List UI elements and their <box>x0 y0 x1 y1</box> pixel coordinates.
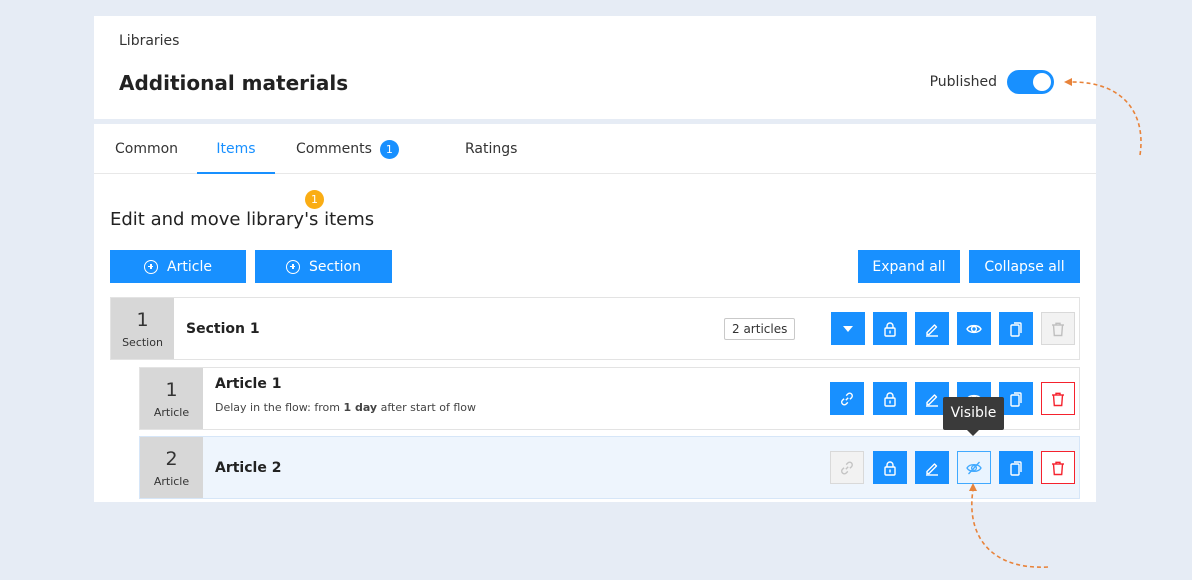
item-kind: Article <box>153 406 190 419</box>
copy-icon <box>1010 321 1022 337</box>
edit-icon <box>925 462 939 476</box>
delay-suffix: after start of flow <box>377 401 476 414</box>
section-row: 1 Section Section 1 2 articles <box>110 297 1080 360</box>
tab-label: Comments <box>296 141 372 157</box>
edit-button[interactable] <box>915 451 949 484</box>
article-title[interactable]: Article 1 <box>215 376 281 392</box>
delete-button[interactable] <box>1041 451 1075 484</box>
tab-label: Ratings <box>465 141 518 157</box>
tab-label: Common <box>115 141 179 157</box>
caret-down-icon <box>843 325 853 332</box>
lock-icon <box>884 460 896 476</box>
link-button-disabled[interactable] <box>830 451 864 484</box>
tab-items[interactable]: Items <box>197 124 275 174</box>
article-row: 1 Article Article 1 Delay in the flow: f… <box>139 367 1080 430</box>
library-header: Libraries Additional materials Published <box>94 16 1096 119</box>
lock-icon <box>884 391 896 407</box>
collapse-section-button[interactable] <box>831 312 865 345</box>
delete-button[interactable] <box>1041 382 1075 415</box>
edit-button[interactable] <box>915 312 949 345</box>
delete-button-disabled[interactable] <box>1041 312 1075 345</box>
access-button[interactable] <box>873 382 907 415</box>
edit-icon <box>925 323 939 337</box>
visibility-button-hidden[interactable] <box>957 451 991 484</box>
button-label: Article <box>167 258 212 275</box>
flow-delay-text: Delay in the flow: from 1 day after star… <box>215 401 476 414</box>
page-title: Additional materials <box>119 71 349 95</box>
articles-count-tag: 2 articles <box>724 318 796 340</box>
article-title[interactable]: Article 2 <box>215 460 281 476</box>
tab-common[interactable]: Common <box>115 124 179 174</box>
delay-prefix: Delay in the flow: from <box>215 401 344 414</box>
section-title[interactable]: Section 1 <box>186 321 260 337</box>
collapse-all-button[interactable]: Collapse all <box>969 250 1080 283</box>
eye-icon <box>966 324 982 333</box>
item-number: 1 <box>136 309 149 331</box>
tab-bar: Common Items Comments 1 1 Ratings <box>94 124 1096 209</box>
published-label: Published <box>929 74 997 90</box>
copy-button[interactable] <box>999 451 1033 484</box>
item-number: 2 <box>165 448 178 470</box>
item-number-box[interactable]: 2 Article <box>140 437 203 498</box>
tab-comments[interactable]: Comments 1 1 <box>296 124 424 209</box>
copy-button[interactable] <box>999 312 1033 345</box>
link-icon <box>841 461 853 474</box>
link-button[interactable] <box>830 382 864 415</box>
published-toggle[interactable] <box>1007 70 1054 94</box>
item-number-box[interactable]: 1 Section <box>111 298 174 359</box>
item-kind: Article <box>153 475 190 488</box>
comments-pending-badge: 1 <box>305 189 324 209</box>
copy-icon <box>1010 391 1022 407</box>
link-icon <box>841 392 853 405</box>
library-items-card: Common Items Comments 1 1 Ratings Edit and… <box>94 124 1096 502</box>
item-kind: Section <box>122 336 163 349</box>
add-article-button[interactable]: Article <box>110 250 246 283</box>
trash-icon <box>1051 392 1065 406</box>
article-row: 2 Article Article 2 <box>139 436 1080 499</box>
edit-icon <box>925 393 939 407</box>
lock-icon <box>884 321 896 337</box>
toggle-knob <box>1033 73 1051 91</box>
expand-all-button[interactable]: Expand all <box>858 250 960 283</box>
add-section-button[interactable]: Section <box>255 250 392 283</box>
trash-icon <box>1051 322 1065 336</box>
tab-ratings[interactable]: Ratings <box>465 124 518 174</box>
visibility-tooltip: Visible <box>943 397 1004 436</box>
button-label: Section <box>308 258 361 275</box>
items-heading: Edit and move library's items <box>110 209 375 230</box>
item-number: 1 <box>165 379 178 401</box>
breadcrumb[interactable]: Libraries <box>119 33 179 49</box>
eye-slash-icon <box>966 460 982 475</box>
tab-label: Items <box>216 141 256 157</box>
comments-count-badge: 1 <box>379 139 399 159</box>
copy-icon <box>1010 460 1022 476</box>
access-button[interactable] <box>873 312 907 345</box>
delay-value: 1 day <box>343 401 378 414</box>
item-number-box[interactable]: 1 Article <box>140 368 203 429</box>
trash-icon <box>1051 461 1065 475</box>
plus-circle-icon <box>285 259 300 274</box>
plus-circle-icon <box>144 259 159 274</box>
visibility-button[interactable] <box>957 312 991 345</box>
copy-button[interactable] <box>999 382 1033 415</box>
access-button[interactable] <box>873 451 907 484</box>
